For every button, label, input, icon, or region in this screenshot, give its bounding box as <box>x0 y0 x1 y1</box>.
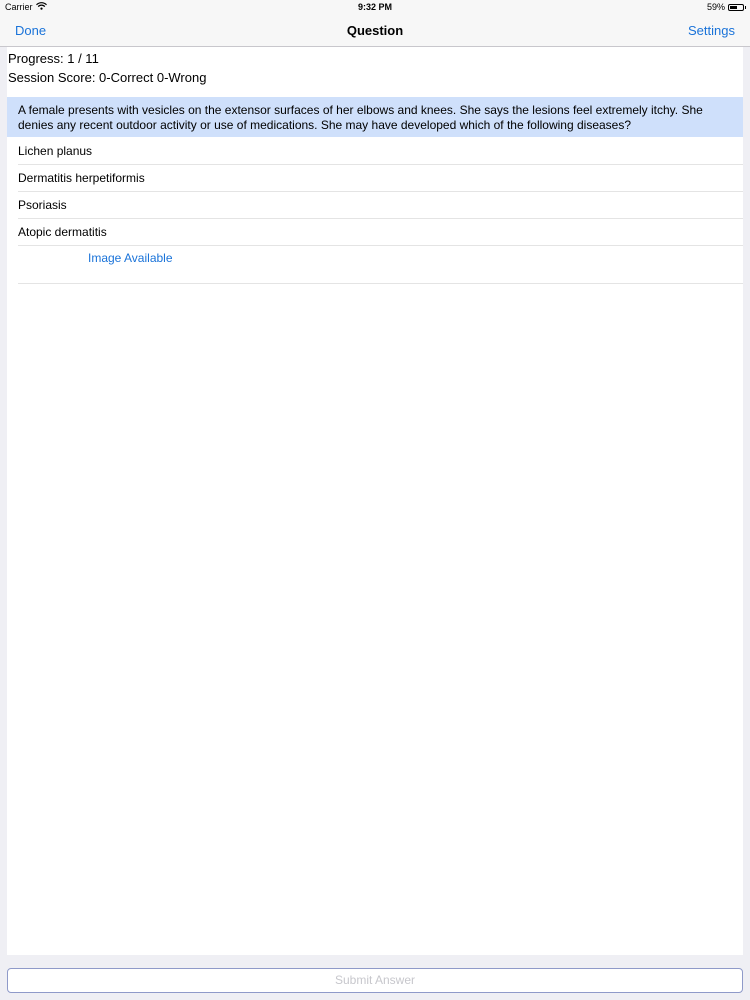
battery-icon <box>728 3 746 11</box>
submit-answer-button[interactable]: Submit Answer <box>7 968 743 993</box>
answer-option[interactable]: Lichen planus <box>18 138 743 165</box>
settings-button[interactable]: Settings <box>688 23 735 38</box>
question-text: A female presents with vesicles on the e… <box>7 97 743 137</box>
status-right: 59% <box>706 2 746 12</box>
session-score-label: Session Score: 0-Correct 0-Wrong <box>8 70 207 85</box>
answer-list: Lichen planus Dermatitis herpetiformis P… <box>18 138 743 284</box>
answer-option[interactable]: Atopic dermatitis <box>18 219 743 246</box>
status-time: 9:32 PM <box>357 2 392 12</box>
battery-percent: 59% <box>706 2 725 12</box>
answer-option[interactable]: Psoriasis <box>18 192 743 219</box>
nav-bar: Done Question Settings <box>0 14 750 47</box>
image-row: Image Available <box>18 246 743 284</box>
question-content: Progress: 1 / 11 Session Score: 0-Correc… <box>7 47 743 955</box>
image-available-link[interactable]: Image Available <box>88 251 173 265</box>
progress-label: Progress: 1 / 11 <box>8 51 99 66</box>
answer-option[interactable]: Dermatitis herpetiformis <box>18 165 743 192</box>
status-bar: Carrier 9:32 PM 59% <box>0 0 750 14</box>
battery-level <box>730 5 738 9</box>
page-title: Question <box>346 23 404 38</box>
